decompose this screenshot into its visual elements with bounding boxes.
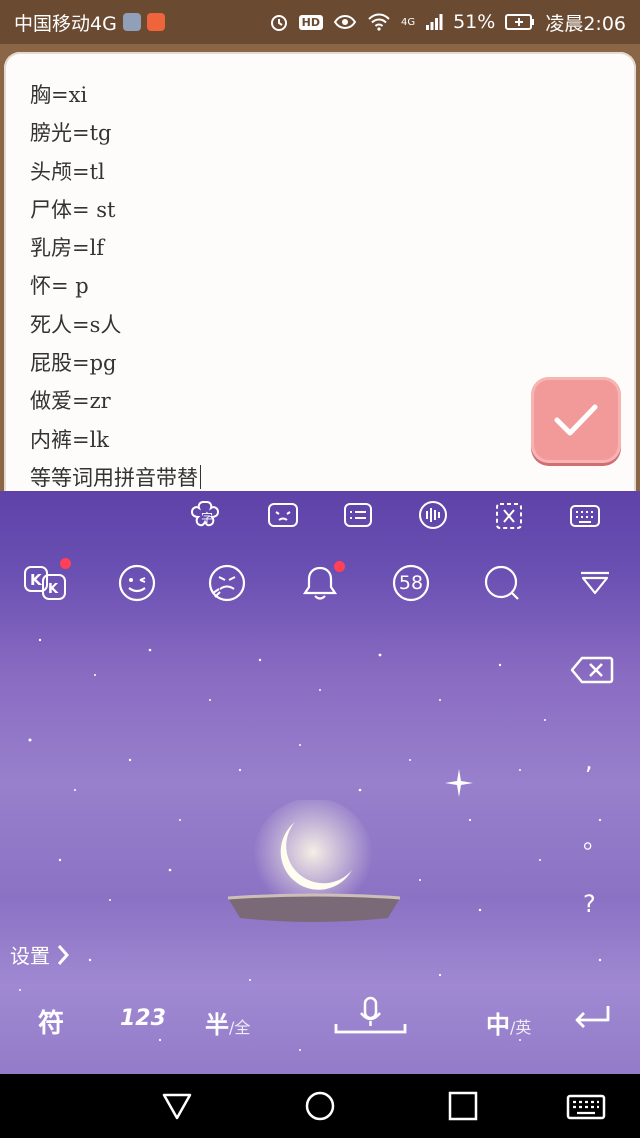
back-triangle-icon[interactable]: [160, 1090, 194, 1126]
settings-button[interactable]: 设置: [10, 940, 70, 969]
count-badge-58[interactable]: 58: [389, 561, 433, 605]
alarm-icon: [270, 15, 287, 31]
collapse-icon[interactable]: [573, 561, 617, 605]
system-navigation-bar: [0, 1074, 640, 1138]
bell-icon[interactable]: [298, 561, 345, 605]
note-text-area[interactable]: 胸=xi 膀光=tg 头颅=tl 尸体= st 乳房=lf 怀= p 死人=s人…: [30, 76, 490, 497]
symbol-key[interactable]: 符: [38, 1003, 64, 1040]
microphone-icon: [334, 996, 407, 1034]
signal-icon: [426, 14, 443, 30]
hd-badge: HD: [298, 14, 323, 30]
home-circle-icon[interactable]: [303, 1090, 337, 1126]
space-voice-key[interactable]: [333, 996, 408, 1038]
battery-percent: 51%: [453, 11, 496, 33]
emoji-icon[interactable]: [115, 561, 159, 605]
note-line: 怀= p: [30, 274, 89, 299]
search-icon[interactable]: [480, 561, 524, 605]
eye-icon: [333, 15, 357, 29]
clock: 凌晨2:06: [545, 12, 626, 35]
network-type: 4G: [400, 16, 416, 28]
question-key[interactable]: ?: [583, 890, 596, 918]
keyboard-toggle-icon[interactable]: [566, 1090, 606, 1126]
input-method-keyboard: 字 KK 58 , 。 ? 设置 符 123 半/全 中/英: [0, 491, 640, 1074]
note-line: 胸=xi: [30, 83, 88, 107]
note-line: 乳房=lf: [30, 236, 105, 261]
recents-square-icon[interactable]: [446, 1090, 480, 1126]
note-line: 内裤=lk: [30, 427, 110, 452]
svg-text:字: 字: [201, 510, 213, 525]
status-right: HD 4G 51% 凌晨2:06: [269, 9, 626, 36]
notification-dot: [60, 558, 71, 569]
confirm-button[interactable]: [531, 377, 621, 463]
keyboard-toolbar-main: KK 58: [0, 555, 640, 611]
notification-dot: [334, 561, 345, 572]
text-cursor: [200, 464, 201, 489]
carrier-text: 中国移动4G: [14, 12, 117, 35]
note-line: 死人=s人: [30, 312, 122, 337]
keyboard-toolbar-top: 字: [0, 495, 640, 541]
voice-icon[interactable]: [414, 497, 452, 535]
svg-text:K: K: [30, 571, 43, 589]
moon-boat-illustration: [227, 800, 401, 922]
enter-icon: [575, 1006, 610, 1028]
check-icon: [554, 404, 598, 436]
note-line: 头颅=tl: [30, 159, 105, 184]
note-line: 膀光=tg: [30, 121, 112, 146]
emoticon-icon[interactable]: [264, 497, 302, 535]
period-key[interactable]: 。: [583, 820, 607, 855]
enter-key[interactable]: [572, 1003, 612, 1031]
full-label: /全: [229, 1018, 251, 1037]
settings-label: 设置: [10, 944, 50, 968]
battery-charging-icon: [505, 14, 535, 30]
app-notification-icon: [122, 13, 141, 31]
number-key[interactable]: 123: [120, 1006, 166, 1031]
wifi-icon: [368, 13, 390, 31]
kk-skin-icon[interactable]: KK: [22, 558, 71, 605]
status-bar: 中国移动4G HD 4G 51% 凌晨2:06: [0, 0, 640, 44]
clipboard-list-icon[interactable]: [339, 497, 377, 535]
comma-key[interactable]: ,: [585, 747, 593, 775]
delete-key[interactable]: [570, 656, 614, 684]
carrier-group: 中国移动4G: [14, 9, 165, 36]
chevron-right-icon: [57, 944, 70, 965]
svg-text:K: K: [48, 582, 59, 597]
half-label: 半: [205, 1011, 229, 1039]
chinese-english-key[interactable]: 中/英: [486, 1005, 531, 1040]
chinese-label: 中: [486, 1011, 510, 1039]
face-icon[interactable]: [205, 561, 249, 605]
note-line-text: 等等词用拼音带替: [30, 465, 198, 490]
note-line: 做爱=zr: [30, 389, 111, 414]
english-label: /英: [510, 1018, 532, 1037]
app-notification-icon-2: [146, 13, 165, 31]
crop-icon[interactable]: [490, 497, 528, 535]
half-full-width-key[interactable]: 半/全: [205, 1005, 250, 1040]
keyboard-icon[interactable]: [566, 497, 604, 535]
font-style-icon[interactable]: 字: [188, 497, 226, 535]
note-line: 尸体= st: [30, 197, 116, 222]
count-text: 58: [398, 572, 424, 594]
note-line: 屁股=pg: [30, 351, 117, 376]
